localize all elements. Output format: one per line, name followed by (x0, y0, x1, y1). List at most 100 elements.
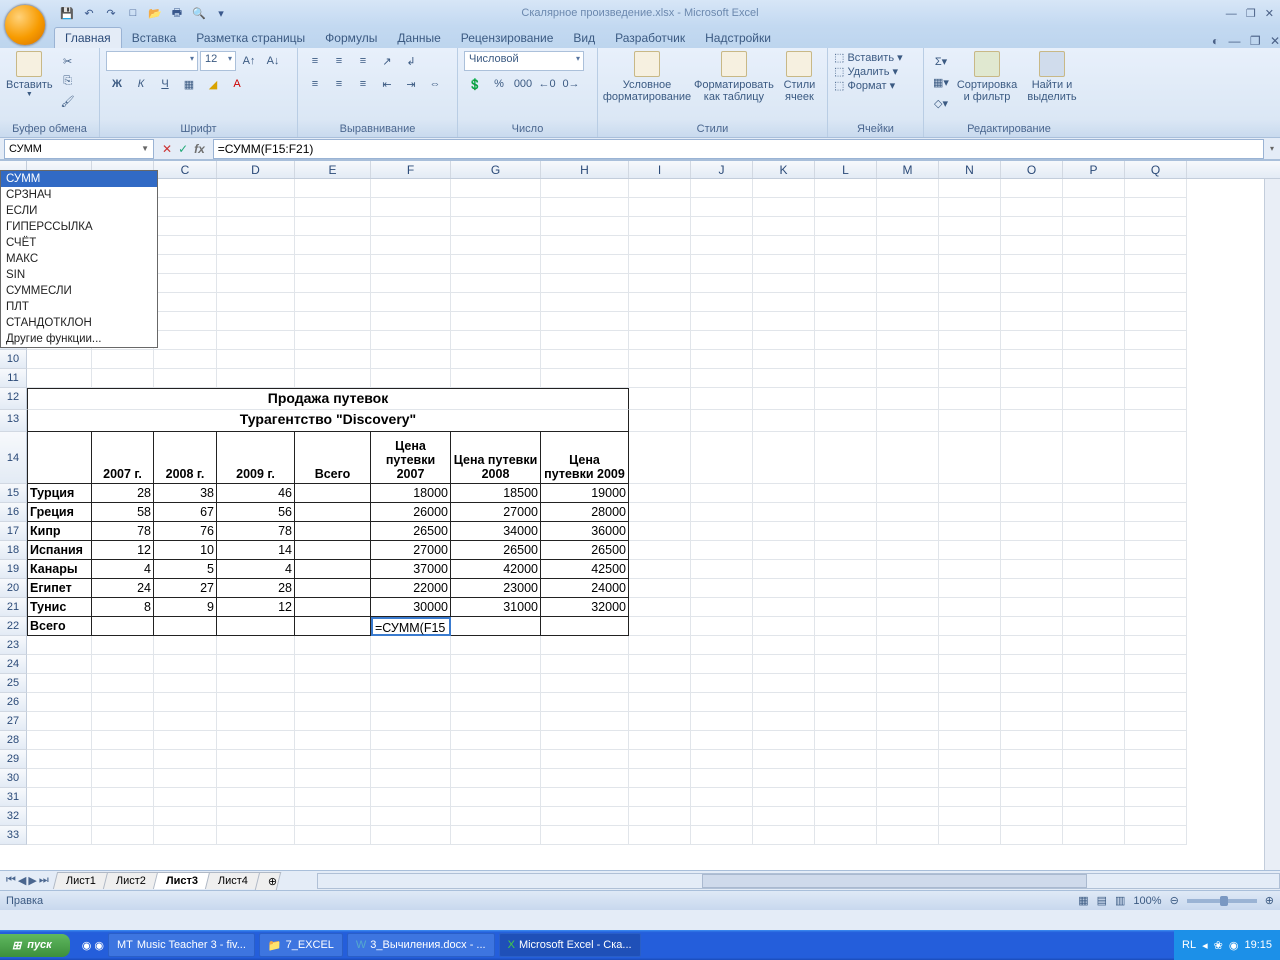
cell[interactable] (1001, 255, 1063, 274)
cell[interactable] (877, 331, 939, 350)
cell[interactable] (939, 331, 1001, 350)
bold-icon[interactable]: Ж (106, 74, 128, 94)
cell[interactable]: 26500 (451, 541, 541, 560)
col-header[interactable]: L (815, 161, 877, 178)
clock[interactable]: 19:15 (1244, 939, 1272, 951)
copy-icon[interactable]: ⎘ (57, 71, 79, 91)
cell[interactable] (217, 293, 295, 312)
cell[interactable] (1125, 769, 1187, 788)
cell[interactable] (629, 712, 691, 731)
cell[interactable] (92, 636, 154, 655)
cell[interactable] (691, 503, 753, 522)
cell[interactable] (154, 769, 217, 788)
cell[interactable] (753, 522, 815, 541)
cell[interactable] (451, 731, 541, 750)
cell[interactable] (691, 484, 753, 503)
row-header[interactable]: 11 (0, 369, 27, 388)
func-item-stdev[interactable]: СТАНДОТКЛОН (1, 315, 157, 331)
cell[interactable] (1125, 807, 1187, 826)
enter-formula-icon[interactable]: ✓ (178, 142, 188, 156)
cell[interactable]: Египет (27, 579, 92, 598)
cell[interactable] (295, 560, 371, 579)
cell[interactable] (877, 655, 939, 674)
close-icon[interactable]: ✕ (1265, 8, 1274, 20)
cell[interactable] (691, 432, 753, 484)
cell[interactable] (371, 179, 451, 198)
row-header[interactable]: 23 (0, 636, 27, 655)
col-header[interactable]: I (629, 161, 691, 178)
cell[interactable] (295, 598, 371, 617)
cell[interactable] (691, 522, 753, 541)
cell[interactable] (939, 503, 1001, 522)
cell[interactable] (753, 617, 815, 636)
cell[interactable] (939, 274, 1001, 293)
row-header[interactable]: 27 (0, 712, 27, 731)
cell[interactable] (1001, 826, 1063, 845)
cell[interactable] (877, 388, 939, 410)
cell[interactable] (1125, 541, 1187, 560)
cell[interactable] (939, 750, 1001, 769)
taskbar-item[interactable]: W3_Вычиления.docx - ... (347, 933, 495, 957)
cell[interactable] (939, 617, 1001, 636)
cell[interactable] (1125, 750, 1187, 769)
col-header[interactable]: M (877, 161, 939, 178)
row-header[interactable]: 20 (0, 579, 27, 598)
cell[interactable] (217, 255, 295, 274)
cell[interactable] (877, 350, 939, 369)
cell[interactable] (815, 731, 877, 750)
cell[interactable] (1063, 807, 1125, 826)
cell[interactable] (939, 579, 1001, 598)
cell[interactable] (815, 636, 877, 655)
view-normal-icon[interactable]: ▦ (1078, 894, 1088, 907)
cell[interactable] (629, 693, 691, 712)
cell[interactable] (154, 693, 217, 712)
cell[interactable] (1063, 198, 1125, 217)
cell[interactable] (371, 826, 451, 845)
taskbar-item[interactable]: 📁7_EXCEL (259, 933, 343, 957)
cell[interactable] (92, 655, 154, 674)
minimize-icon[interactable]: — (1226, 8, 1237, 20)
cell[interactable] (1001, 179, 1063, 198)
cell[interactable] (629, 617, 691, 636)
cell[interactable] (1125, 617, 1187, 636)
cell[interactable] (939, 432, 1001, 484)
cell[interactable] (154, 255, 217, 274)
row-header[interactable]: 28 (0, 731, 27, 750)
cell[interactable] (753, 179, 815, 198)
cell[interactable] (541, 312, 629, 331)
row-header[interactable]: 19 (0, 560, 27, 579)
doc-minimize-icon[interactable]: — (1228, 34, 1240, 48)
function-dropdown[interactable]: СУММ СРЗНАЧ ЕСЛИ ГИПЕРССЫЛКА СЧЁТ МАКС S… (0, 170, 158, 348)
cell[interactable] (691, 750, 753, 769)
prev-sheet-icon[interactable]: ◀ (18, 874, 26, 887)
cell[interactable] (217, 636, 295, 655)
cell[interactable] (451, 712, 541, 731)
cell[interactable] (877, 598, 939, 617)
cell[interactable] (877, 541, 939, 560)
cell[interactable] (1125, 826, 1187, 845)
cell[interactable]: 37000 (371, 560, 451, 579)
cell[interactable] (1001, 807, 1063, 826)
row-header[interactable]: 30 (0, 769, 27, 788)
cell[interactable] (877, 807, 939, 826)
first-sheet-icon[interactable]: ⏮ (6, 874, 16, 887)
cell[interactable] (541, 826, 629, 845)
cell[interactable] (295, 579, 371, 598)
cell[interactable] (92, 674, 154, 693)
cell[interactable] (451, 636, 541, 655)
cell[interactable] (1001, 579, 1063, 598)
cell[interactable] (815, 712, 877, 731)
cell[interactable] (629, 769, 691, 788)
cell[interactable] (295, 522, 371, 541)
cell[interactable]: 32000 (541, 598, 629, 617)
cell[interactable]: 42000 (451, 560, 541, 579)
cell[interactable] (691, 807, 753, 826)
cell[interactable] (877, 826, 939, 845)
percent-icon[interactable]: % (488, 74, 510, 94)
cell[interactable] (753, 807, 815, 826)
sheet-tab[interactable]: Лист4 (205, 872, 261, 889)
inc-dec-icon[interactable]: ←0 (536, 74, 558, 94)
format-cells-button[interactable]: ⬚ Формат ▾ (834, 79, 895, 92)
cell[interactable]: Турция (27, 484, 92, 503)
cell[interactable] (815, 293, 877, 312)
